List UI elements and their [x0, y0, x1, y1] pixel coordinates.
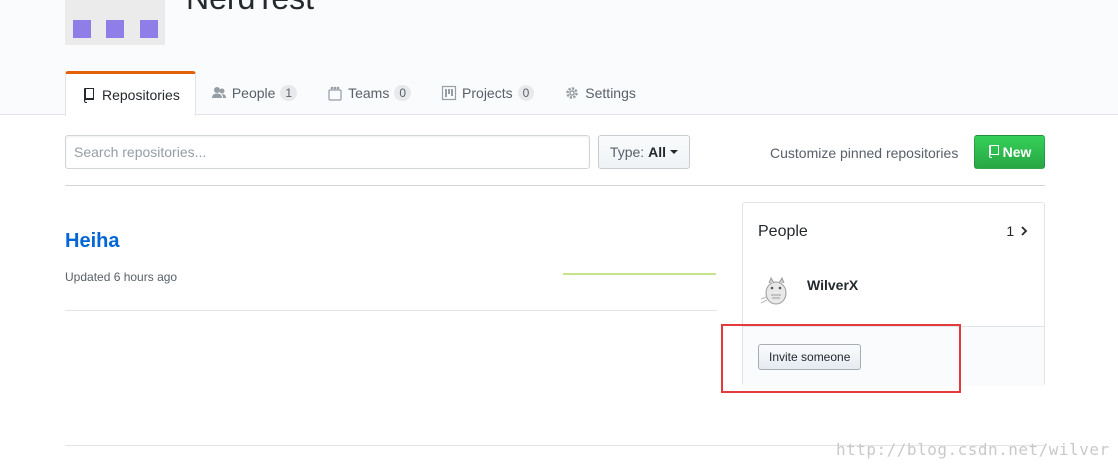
tab-label: Repositories [102, 87, 180, 103]
teams-icon [328, 86, 342, 101]
new-repository-button[interactable]: New [974, 135, 1045, 169]
repo-updated-text: Updated 6 hours ago [65, 270, 178, 284]
type-filter-label: Type: [609, 144, 645, 160]
chevron-right-icon [1021, 226, 1028, 236]
member-name-link[interactable]: WilverX [807, 277, 858, 293]
type-filter-button[interactable]: Type: All [598, 135, 690, 169]
tab-counter: 0 [517, 85, 535, 101]
new-button-label: New [1002, 144, 1032, 160]
tab-projects[interactable]: Projects 0 [426, 71, 549, 115]
caret-down-icon [670, 150, 679, 154]
tab-label: Settings [585, 85, 636, 101]
tab-label: Teams [348, 85, 390, 101]
annotation-highlight-box [721, 324, 961, 393]
activity-sparkline [563, 273, 716, 275]
tab-counter: 0 [394, 85, 412, 101]
avatar-square [73, 20, 91, 38]
org-name: NerdTest [186, 0, 314, 18]
member-avatar[interactable] [758, 273, 792, 307]
tab-label: Projects [462, 85, 513, 101]
people-count: 1 [1006, 223, 1015, 239]
watermark-text: http://blog.csdn.net/wilver [836, 440, 1110, 459]
tab-settings[interactable]: Settings [549, 71, 651, 115]
org-header: NerdTest Repositories People 1 Teams 0 P… [0, 0, 1118, 116]
people-icon [211, 87, 226, 98]
people-box-title[interactable]: People [758, 223, 808, 241]
people-box-count-link[interactable]: 1 [1006, 223, 1028, 239]
divider [65, 185, 1045, 186]
gear-icon [566, 87, 579, 99]
customize-pinned-link[interactable]: Customize pinned repositories [770, 145, 958, 161]
org-tabs: Repositories People 1 Teams 0 Projects 0… [65, 71, 651, 116]
repo-name-link[interactable]: Heiha [65, 230, 119, 253]
repo-icon [84, 88, 94, 103]
project-icon [441, 85, 457, 101]
type-filter-value: All [648, 144, 667, 160]
tab-counter: 1 [280, 85, 298, 101]
avatar-square [106, 20, 124, 38]
search-repositories-input[interactable] [65, 135, 590, 169]
repo-icon [988, 145, 999, 158]
tab-people[interactable]: People 1 [196, 71, 312, 115]
tab-teams[interactable]: Teams 0 [312, 71, 426, 115]
divider [65, 310, 717, 311]
avatar-square [140, 20, 158, 38]
tab-label: People [231, 85, 276, 101]
org-avatar [65, 0, 165, 45]
tab-repositories[interactable]: Repositories [65, 71, 196, 116]
